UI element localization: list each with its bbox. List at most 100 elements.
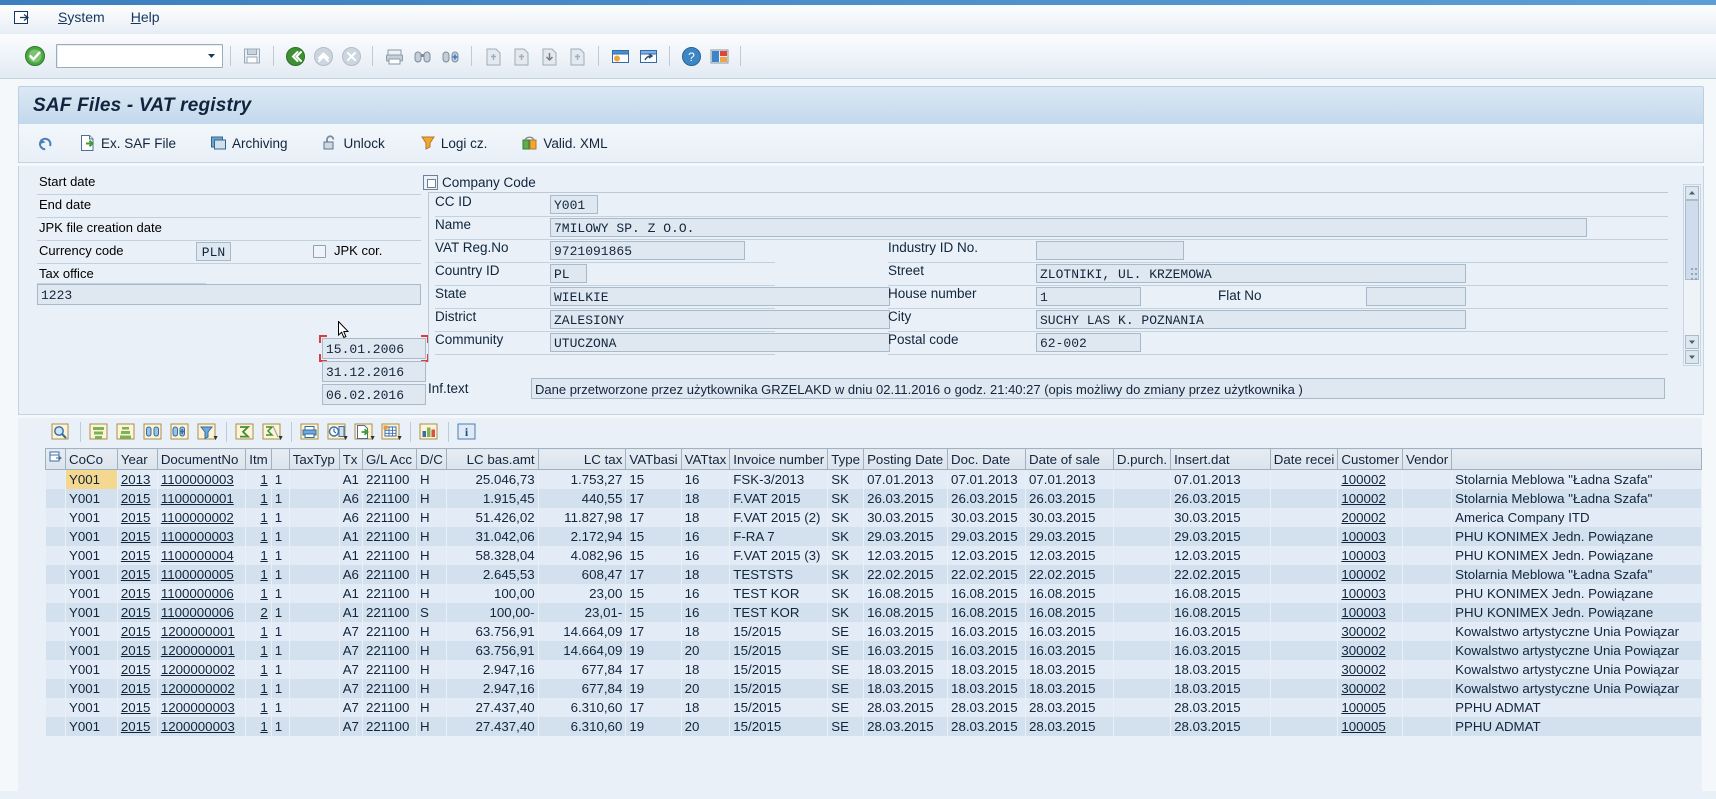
row-selector[interactable] [46, 603, 66, 622]
create-session-button[interactable] [607, 43, 633, 69]
row-selector[interactable] [46, 546, 66, 565]
exit-button[interactable] [310, 43, 336, 69]
column-header-itm[interactable]: Itm [245, 449, 271, 470]
row-selector[interactable] [46, 565, 66, 584]
find-next-button[interactable] [437, 43, 463, 69]
column-header-coco[interactable]: CoCo [66, 449, 118, 470]
help-button[interactable]: ? [678, 43, 704, 69]
country-id-input[interactable]: PL [550, 264, 587, 283]
city-input[interactable]: SUCHY LAS K. POZNANIA [1036, 310, 1466, 329]
row-selector[interactable] [46, 489, 66, 508]
column-header-vendor[interactable]: Vendor [1403, 449, 1452, 470]
row-selector[interactable] [46, 584, 66, 603]
column-header-insertdat[interactable]: Insert.dat [1171, 449, 1271, 470]
find-button[interactable] [140, 420, 166, 444]
refresh-button[interactable] [29, 130, 66, 156]
row-selector[interactable] [46, 717, 66, 736]
logi-cz-button[interactable]: Logi cz. [412, 130, 495, 156]
archiving-button[interactable]: Archiving [203, 130, 295, 156]
previous-page-button[interactable] [508, 43, 534, 69]
cc-id-input[interactable]: Y001 [550, 195, 598, 214]
chevron-down-icon[interactable]: ▼ [342, 435, 349, 442]
start-date-input[interactable]: 15.01.2006 [322, 338, 426, 359]
chevron-down-icon[interactable]: ▼ [396, 435, 403, 442]
collapse-group-icon[interactable] [423, 175, 438, 190]
inf-text-input[interactable]: Dane przetworzone przez użytkownika GRZE… [531, 378, 1665, 399]
sort-ascending-button[interactable] [86, 420, 112, 444]
row-selector[interactable] [46, 470, 66, 489]
command-field[interactable] [56, 44, 223, 68]
valid-xml-button[interactable]: Valid. XML [514, 130, 614, 156]
row-selector[interactable] [46, 679, 66, 698]
export-button[interactable]: ▼ [351, 420, 377, 444]
community-input[interactable]: UTUCZONA [550, 333, 890, 352]
table-row[interactable]: Y0012015110000000611A1221100H100,0023,00… [46, 584, 1702, 603]
column-header-salesdate[interactable]: Date of sale [1025, 449, 1113, 470]
street-input[interactable]: ZLOTNIKI, UL. KRZEMOWA [1036, 264, 1466, 283]
table-row[interactable]: Y0012015120000000311A7221100H27.437,406.… [46, 698, 1702, 717]
column-header-name[interactable] [1452, 449, 1702, 470]
column-header-itm2[interactable] [271, 449, 289, 470]
currency-code-input[interactable]: PLN [196, 242, 231, 261]
unlock-button[interactable]: Unlock [315, 130, 392, 156]
select-all-header[interactable] [46, 449, 66, 470]
name-input[interactable]: 7MILOWY SP. Z O.O. [550, 218, 1587, 237]
table-row[interactable]: Y0012015110000000411A1221100H58.328,044.… [46, 546, 1702, 565]
column-header-year[interactable]: Year [117, 449, 157, 470]
table-row[interactable]: Y0012015110000000311A1221100H31.042,062.… [46, 527, 1702, 546]
column-header-dc[interactable]: D/C [416, 449, 446, 470]
find-button[interactable] [409, 43, 435, 69]
column-header-docdate[interactable]: Doc. Date [948, 449, 1026, 470]
column-header-vatbasi[interactable]: VATbasi [626, 449, 681, 470]
create-shortcut-button[interactable] [635, 43, 661, 69]
scroll-down-arrow-icon[interactable] [1685, 335, 1699, 349]
table-row[interactable]: Y0012015110000000511A6221100H2.645,53608… [46, 565, 1702, 584]
find-next-button[interactable] [167, 420, 193, 444]
column-header-posting[interactable]: Posting Date [864, 449, 948, 470]
column-header-lctax[interactable]: LC tax [538, 449, 626, 470]
jpk-creation-date-input[interactable]: 06.02.2016 [322, 384, 426, 405]
back-button[interactable] [282, 43, 308, 69]
table-row[interactable]: Y0012015110000000621A1221100S100,00-23,0… [46, 603, 1702, 622]
filter-button[interactable]: ▼ [194, 420, 220, 444]
vat-reg-no-input[interactable]: 9721091865 [550, 241, 745, 260]
column-header-daterecei[interactable]: Date recei [1270, 449, 1338, 470]
table-row[interactable]: Y0012013110000000311A1221100H25.046,731.… [46, 470, 1702, 489]
house-number-input[interactable]: 1 [1036, 287, 1141, 306]
industry-id-input[interactable] [1036, 241, 1184, 260]
customize-layout-button[interactable] [706, 43, 732, 69]
chevron-down-icon[interactable]: ▼ [277, 435, 284, 442]
scroll-up-arrow-icon[interactable] [1685, 186, 1699, 200]
column-header-dpurch[interactable]: D.purch. [1113, 449, 1170, 470]
row-selector[interactable] [46, 698, 66, 717]
total-button[interactable] [232, 420, 258, 444]
chevron-down-icon[interactable]: ▼ [369, 435, 376, 442]
first-page-button[interactable] [480, 43, 506, 69]
column-header-lcbas[interactable]: LC bas.amt [446, 449, 538, 470]
table-row[interactable]: Y0012015120000000211A7221100H2.947,16677… [46, 660, 1702, 679]
column-header-glacc[interactable]: G/L Acc [362, 449, 416, 470]
row-selector[interactable] [46, 641, 66, 660]
chevron-down-icon[interactable] [206, 49, 217, 64]
views-button[interactable]: ▼ [378, 420, 404, 444]
row-selector[interactable] [46, 622, 66, 641]
enter-button[interactable] [24, 45, 46, 67]
column-header-docno[interactable]: DocumentNo [157, 449, 245, 470]
table-row[interactable]: Y0012015120000000111A7221100H63.756,9114… [46, 641, 1702, 660]
column-header-customer[interactable]: Customer [1338, 449, 1403, 470]
subtotal-button[interactable]: ▼ [259, 420, 285, 444]
row-selector[interactable] [46, 508, 66, 527]
info-button[interactable]: i [454, 420, 480, 444]
menu-item-help[interactable]: Help [129, 7, 162, 27]
state-input[interactable]: WIELKIE [550, 287, 890, 306]
cancel-button[interactable] [338, 43, 364, 69]
column-header-type[interactable]: Type [828, 449, 864, 470]
table-row[interactable]: Y0012015110000000211A6221100H51.426,0211… [46, 508, 1702, 527]
next-page-button[interactable] [536, 43, 562, 69]
last-page-button[interactable] [564, 43, 590, 69]
details-button[interactable] [48, 420, 74, 444]
tax-office-input[interactable]: 1223 [37, 284, 421, 305]
row-selector[interactable] [46, 660, 66, 679]
export-saf-file-button[interactable]: Ex. SAF File [72, 130, 183, 156]
chevron-down-icon[interactable]: ▼ [212, 435, 219, 442]
